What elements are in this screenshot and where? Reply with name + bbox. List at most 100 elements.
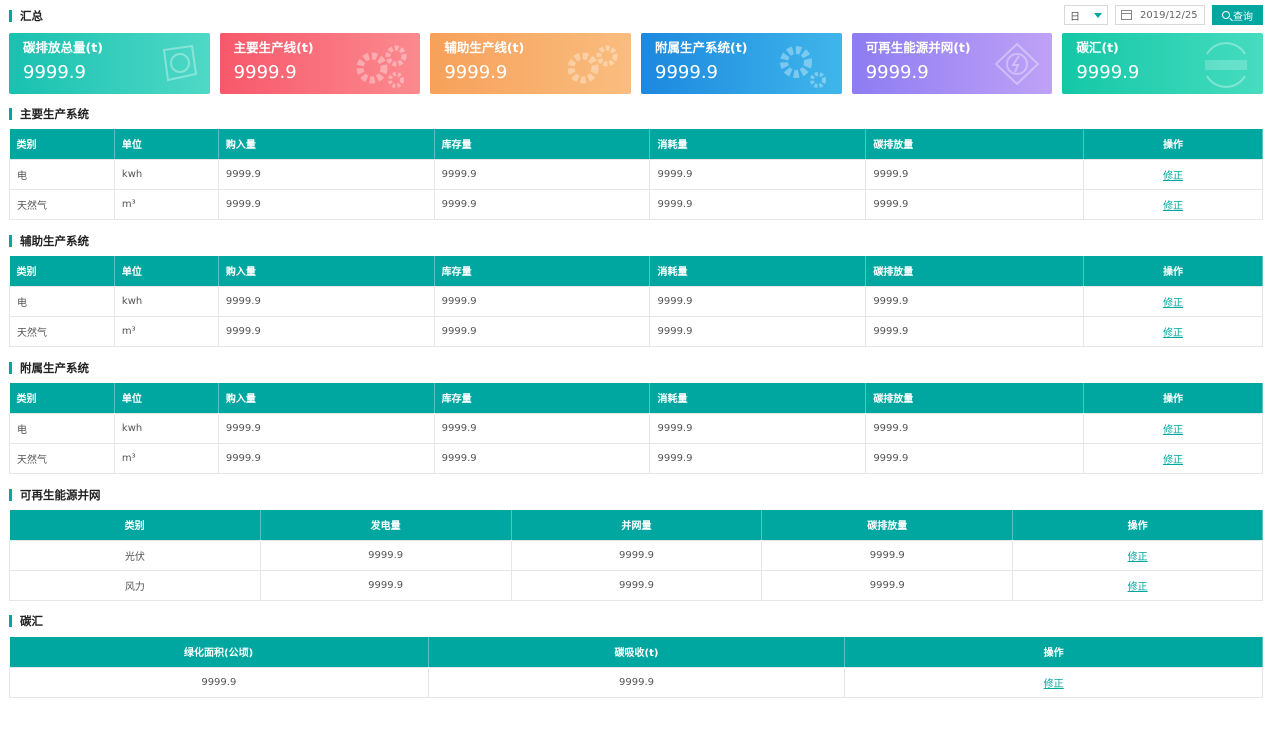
table-header-row: 类别 单位 购入量 库存量 消耗量 碳排放量 操作 <box>9 383 1263 413</box>
gears-icon <box>567 45 618 84</box>
col-header: 碳排放量 <box>761 510 1014 540</box>
main-section-title: 主要生产系统 <box>9 106 89 122</box>
table-header-row: 类别 单位 购入量 库存量 消耗量 碳排放量 操作 <box>9 256 1263 286</box>
col-header: 消耗量 <box>649 129 867 159</box>
cell-action: 修正 <box>844 666 1263 698</box>
calendar-icon <box>1121 10 1132 20</box>
cell-use: 9999.9 <box>649 188 867 220</box>
summary-cards: 碳排放总量(t) 9999.9 主要生产线(t) 9999.9 辅助生产线(t)… <box>9 33 1264 94</box>
query-button[interactable]: 查询 <box>1212 5 1263 25</box>
summary-title-text: 汇总 <box>20 9 43 23</box>
carbon-icon <box>162 44 197 82</box>
cell-type: 电 <box>9 412 115 444</box>
cell-carbon: 9999.9 <box>865 158 1085 190</box>
col-header: 类别 <box>9 510 261 540</box>
cell-carbon: 9999.9 <box>761 569 1014 601</box>
title-bar <box>9 10 12 22</box>
edit-link[interactable]: 修正 <box>1163 328 1183 339</box>
table-row: 风力 9999.9 9999.9 9999.9 修正 <box>9 569 1263 601</box>
title-bar <box>9 235 12 247</box>
col-header: 操作 <box>1083 256 1263 286</box>
table-row: 电 kwh 9999.9 9999.9 9999.9 9999.9 修正 <box>9 412 1263 444</box>
table-row: 电 kwh 9999.9 9999.9 9999.9 9999.9 修正 <box>9 158 1263 190</box>
cell-carbon: 9999.9 <box>865 315 1085 347</box>
table-row: 天然气 m³ 9999.9 9999.9 9999.9 9999.9 修正 <box>9 442 1263 474</box>
title-bar <box>9 108 12 120</box>
cell-unit: kwh <box>113 158 219 190</box>
col-header: 单位 <box>114 383 219 413</box>
carbon-sink-table: 绿化面积(公顷) 碳吸收(t) 操作 9999.9 9999.9 修正 <box>9 637 1263 698</box>
edit-link[interactable]: 修正 <box>1163 298 1183 309</box>
title-bar <box>9 489 12 501</box>
cell-use: 9999.9 <box>649 158 867 190</box>
cell-carbon: 9999.9 <box>865 412 1085 444</box>
cell-use: 9999.9 <box>649 442 867 474</box>
cell-stock: 9999.9 <box>433 442 651 474</box>
col-header: 发电量 <box>260 510 512 540</box>
cell-type: 天然气 <box>9 315 115 347</box>
cell-action: 修正 <box>1083 442 1263 474</box>
cell-use: 9999.9 <box>649 412 867 444</box>
title-bar <box>9 362 12 374</box>
cell-action: 修正 <box>1083 412 1263 444</box>
card-attached-system: 附属生产系统(t) 9999.9 <box>641 33 842 94</box>
cell-buy: 9999.9 <box>217 188 435 220</box>
col-header: 消耗量 <box>649 256 867 286</box>
col-header: 购入量 <box>218 383 435 413</box>
cell-stock: 9999.9 <box>433 158 651 190</box>
col-header: 绿化面积(公顷) <box>9 637 429 667</box>
cell-area: 9999.9 <box>9 666 429 698</box>
cell-carbon: 9999.9 <box>865 188 1085 220</box>
table-header-row: 类别 单位 购入量 库存量 消耗量 碳排放量 操作 <box>9 129 1263 159</box>
date-picker[interactable]: 2019/12/25 <box>1115 5 1205 25</box>
cell-action: 修正 <box>1083 158 1263 190</box>
cell-buy: 9999.9 <box>217 315 435 347</box>
cell-unit: kwh <box>113 412 219 444</box>
edit-link[interactable]: 修正 <box>1044 679 1064 690</box>
col-header: 操作 <box>844 637 1263 667</box>
edit-link[interactable]: 修正 <box>1128 552 1148 563</box>
col-header: 类别 <box>9 383 115 413</box>
renewable-table: 类别 发电量 并网量 碳排放量 操作 光伏 9999.9 9999.9 9999… <box>9 510 1263 601</box>
cell-buy: 9999.9 <box>217 412 435 444</box>
cell-action: 修正 <box>1083 285 1263 317</box>
card-total-carbon: 碳排放总量(t) 9999.9 <box>9 33 210 94</box>
aux-section-title-text: 辅助生产系统 <box>20 234 89 248</box>
col-header: 操作 <box>1083 129 1263 159</box>
title-bar <box>9 615 12 627</box>
col-header: 单位 <box>114 129 219 159</box>
col-header: 库存量 <box>434 129 651 159</box>
cell-use: 9999.9 <box>649 285 867 317</box>
attached-system-table: 类别 单位 购入量 库存量 消耗量 碳排放量 操作 电 kwh 9999.9 9… <box>9 383 1263 474</box>
cell-type: 天然气 <box>9 442 115 474</box>
edit-link[interactable]: 修正 <box>1163 425 1183 436</box>
table-row: 光伏 9999.9 9999.9 9999.9 修正 <box>9 539 1263 571</box>
table-row: 天然气 m³ 9999.9 9999.9 9999.9 9999.9 修正 <box>9 315 1263 347</box>
period-select[interactable]: 日 <box>1064 5 1108 25</box>
chevron-down-icon <box>1094 12 1102 18</box>
cell-type: 天然气 <box>9 188 115 220</box>
cell-carbon: 9999.9 <box>865 442 1085 474</box>
col-header: 操作 <box>1083 383 1263 413</box>
gears-icon <box>779 46 826 88</box>
cell-carbon: 9999.9 <box>865 285 1085 317</box>
main-system-table: 类别 单位 购入量 库存量 消耗量 碳排放量 操作 电 kwh 9999.9 9… <box>9 129 1263 220</box>
sink-section-title-text: 碳汇 <box>20 614 43 628</box>
cell-action: 修正 <box>1083 315 1263 347</box>
card-carbon-sink: 碳汇(t) 9999.9 <box>1062 33 1264 94</box>
edit-link[interactable]: 修正 <box>1163 455 1183 466</box>
col-header: 购入量 <box>218 129 435 159</box>
card-renewable-grid: 可再生能源并网(t) 9999.9 <box>851 33 1053 94</box>
sink-section-title: 碳汇 <box>9 613 43 629</box>
edit-link[interactable]: 修正 <box>1163 171 1183 182</box>
edit-link[interactable]: 修正 <box>1128 582 1148 593</box>
col-header: 库存量 <box>434 256 651 286</box>
cell-carbon: 9999.9 <box>761 539 1014 571</box>
col-header: 碳排放量 <box>865 256 1085 286</box>
cell-buy: 9999.9 <box>217 285 435 317</box>
col-header: 库存量 <box>434 383 651 413</box>
renewable-section-title-text: 可再生能源并网 <box>20 488 101 502</box>
col-header: 碳排放量 <box>865 383 1085 413</box>
edit-link[interactable]: 修正 <box>1163 201 1183 212</box>
carbon-money-icon <box>1205 42 1248 88</box>
